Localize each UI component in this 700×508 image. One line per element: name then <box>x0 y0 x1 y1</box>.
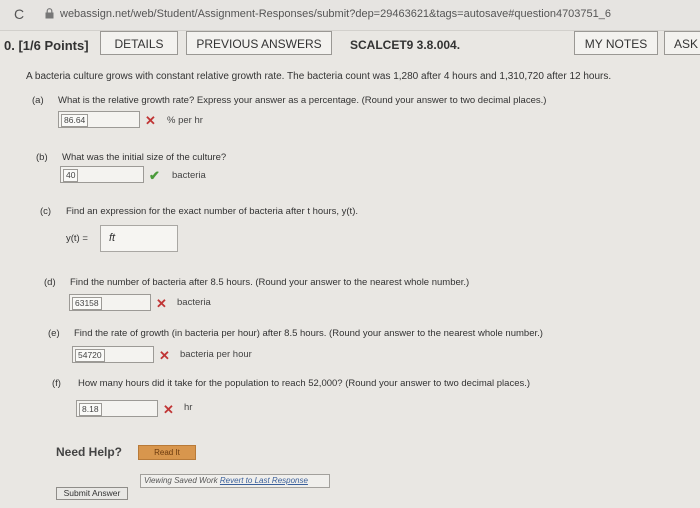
browser-address-bar: C webassign.net/web/Student/Assignment-R… <box>0 0 700 31</box>
part-a-question: (a) What is the relative growth rate? Exp… <box>32 95 546 106</box>
part-c-answer-field[interactable]: ft <box>100 225 178 252</box>
incorrect-icon: ✕ <box>163 402 174 417</box>
part-d-letter: (d) <box>44 277 56 288</box>
correct-icon: ✔ <box>149 168 160 183</box>
details-button[interactable]: DETAILS <box>100 31 178 55</box>
incorrect-icon: ✕ <box>159 348 170 363</box>
part-e-unit: bacteria per hour <box>180 349 252 360</box>
part-f-question: (f) How many hours did it take for the po… <box>52 378 530 389</box>
reload-icon[interactable]: C <box>14 6 24 22</box>
part-f-answer-field[interactable]: 8.18 <box>76 400 158 417</box>
part-e-question: (e) Find the rate of growth (in bacteria … <box>48 328 543 339</box>
course-label: SCALCET9 3.8.004. <box>350 38 461 52</box>
part-b-answer-value: 40 <box>63 169 79 182</box>
part-b-question: (b) What was the initial size of the cult… <box>36 152 226 163</box>
need-help-label: Need Help? <box>56 445 123 459</box>
part-f-letter: (f) <box>52 378 61 389</box>
part-d-text: Find the number of bacteria after 8.5 ho… <box>70 277 470 288</box>
incorrect-icon: ✕ <box>145 113 156 128</box>
part-c-text: Find an expression for the exact number … <box>66 206 358 217</box>
part-a-text: What is the relative growth rate? Expres… <box>58 95 547 106</box>
part-b-unit: bacteria <box>172 170 206 181</box>
my-notes-button[interactable]: MY NOTES <box>574 31 658 55</box>
part-f-text: How many hours did it take for the popul… <box>78 378 531 389</box>
part-d-unit: bacteria <box>177 297 211 308</box>
problem-statement: A bacteria culture grows with constant r… <box>26 71 612 82</box>
lock-icon <box>45 8 54 19</box>
previous-answers-button[interactable]: PREVIOUS ANSWERS <box>186 31 332 55</box>
part-b-text: What was the initial size of the culture… <box>62 152 227 163</box>
part-c-answer-label: y(t) = <box>66 233 88 244</box>
read-it-button[interactable]: Read It <box>138 445 196 460</box>
part-e-text: Find the rate of growth (in bacteria per… <box>74 328 543 339</box>
part-c-answer-value: ft <box>109 232 116 244</box>
part-a-answer-field[interactable]: 86.64 <box>58 111 140 128</box>
url-text[interactable]: webassign.net/web/Student/Assignment-Res… <box>60 8 611 20</box>
question-header: 0. [1/6 Points] DETAILS PREVIOUS ANSWERS… <box>0 30 700 58</box>
part-c-letter: (c) <box>40 206 52 217</box>
incorrect-icon: ✕ <box>156 296 167 311</box>
part-d-question: (d) Find the number of bacteria after 8.5… <box>44 277 469 288</box>
part-a-answer-value: 86.64 <box>61 114 89 127</box>
part-b-answer-field[interactable]: 40 <box>60 166 144 183</box>
question-number: 0. [1/6 Points] <box>4 38 89 53</box>
revert-link[interactable]: Revert to Last Response <box>220 476 308 485</box>
part-f-unit: hr <box>184 402 193 413</box>
saved-work-bar: Viewing Saved Work Revert to Last Respon… <box>140 474 330 488</box>
part-b-letter: (b) <box>36 152 48 163</box>
part-e-answer-value: 54720 <box>75 349 105 362</box>
part-e-letter: (e) <box>48 328 60 339</box>
part-f-answer-value: 8.18 <box>79 403 102 416</box>
part-c-question: (c) Find an expression for the exact numb… <box>40 206 358 217</box>
part-a-unit: % per hr <box>167 115 203 126</box>
saved-work-text: Viewing Saved Work <box>144 476 220 485</box>
part-e-answer-field[interactable]: 54720 <box>72 346 154 363</box>
ask-button[interactable]: ASK <box>664 31 700 55</box>
part-d-answer-field[interactable]: 63158 <box>69 294 151 311</box>
part-a-letter: (a) <box>32 95 44 106</box>
submit-answer-button[interactable]: Submit Answer <box>56 487 128 500</box>
part-d-answer-value: 63158 <box>72 297 102 310</box>
